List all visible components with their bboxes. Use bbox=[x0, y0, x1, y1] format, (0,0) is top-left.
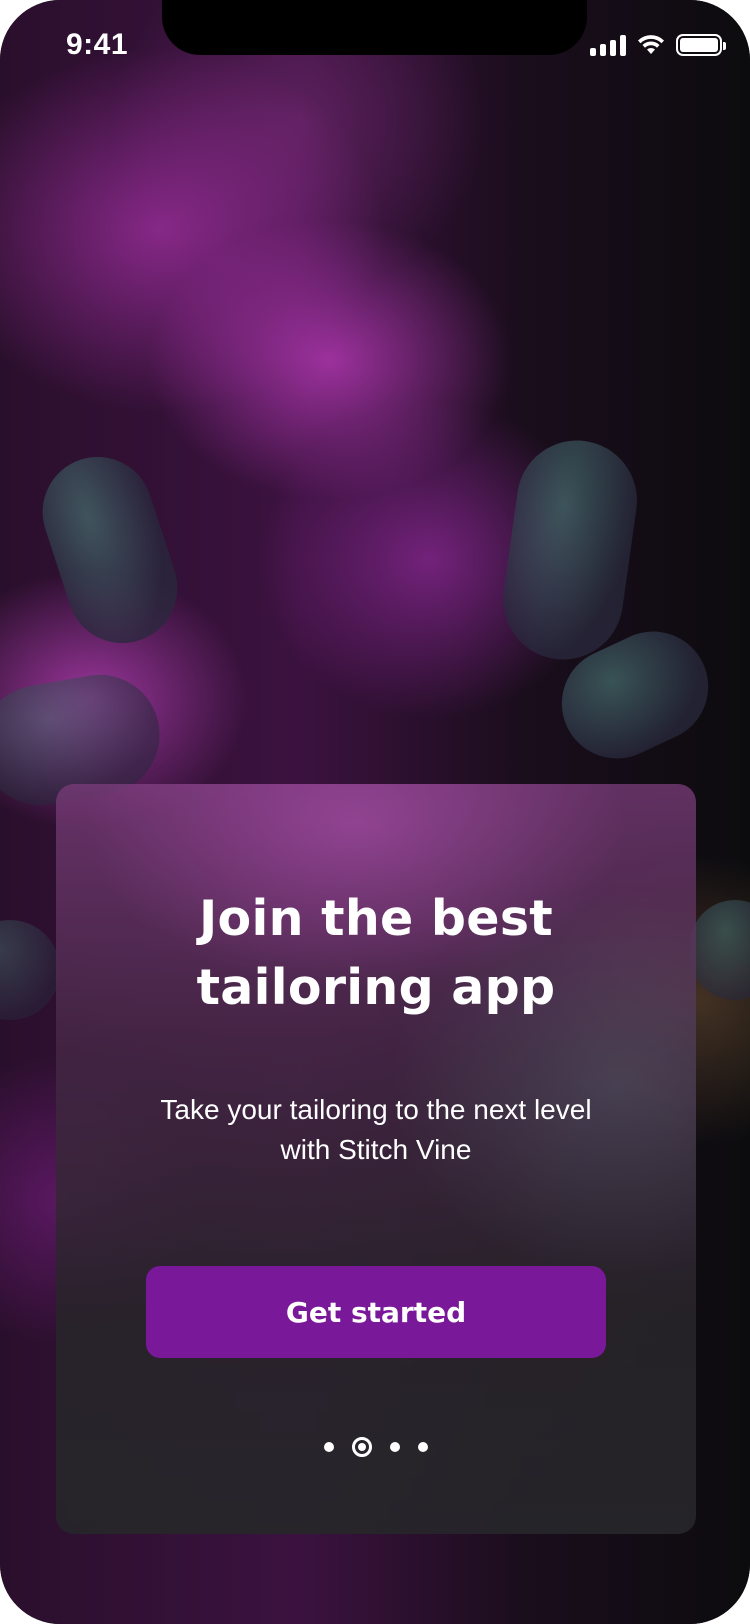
page-dot-1[interactable] bbox=[324, 1442, 334, 1452]
hand-edge-right bbox=[690, 900, 750, 1000]
battery-icon bbox=[676, 34, 726, 56]
title-line-1: Join the best bbox=[198, 890, 554, 947]
phone-screen: 9:41 Join the best tailoring app Take yo… bbox=[0, 0, 750, 1624]
status-icons bbox=[590, 34, 726, 56]
page-dot-3[interactable] bbox=[390, 1442, 400, 1452]
status-time: 9:41 bbox=[66, 28, 129, 61]
page-dot-4[interactable] bbox=[418, 1442, 428, 1452]
device-notch bbox=[162, 0, 587, 55]
wifi-icon bbox=[638, 35, 664, 54]
onboarding-card: Join the best tailoring app Take your ta… bbox=[56, 784, 696, 1534]
onboarding-title: Join the best tailoring app bbox=[56, 884, 696, 1022]
subtitle-line-2: with Stitch Vine bbox=[280, 1134, 472, 1165]
get-started-button[interactable]: Get started bbox=[146, 1266, 606, 1358]
title-line-2: tailoring app bbox=[196, 959, 556, 1016]
status-bar: 9:41 bbox=[0, 0, 750, 92]
hand-edge-left bbox=[0, 920, 60, 1020]
subtitle-line-1: Take your tailoring to the next level bbox=[160, 1094, 592, 1125]
hand-finger-right-top bbox=[495, 432, 645, 668]
cellular-signal-icon bbox=[590, 34, 626, 56]
hand-finger-left bbox=[28, 442, 192, 658]
page-indicator bbox=[56, 1434, 696, 1460]
page-dot-2-active[interactable] bbox=[352, 1437, 372, 1457]
onboarding-subtitle: Take your tailoring to the next level wi… bbox=[56, 1090, 696, 1170]
